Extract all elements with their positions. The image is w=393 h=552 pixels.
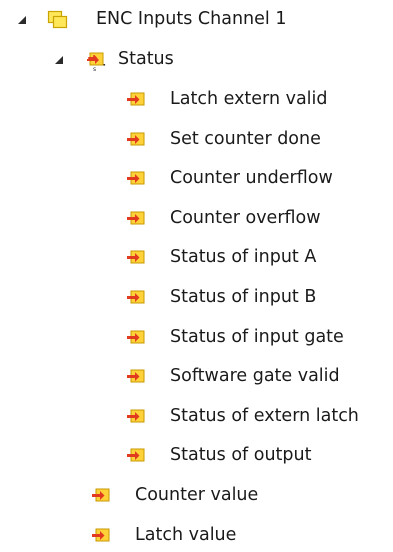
input-variable-icon (125, 209, 147, 229)
tree-node-label: Set counter done (170, 128, 321, 149)
tree-node-variable[interactable]: Latch extern valid (0, 84, 393, 116)
input-variable-icon (125, 90, 147, 110)
tree-node-variable[interactable]: Software gate valid (0, 361, 393, 393)
tree-node-label: Status of input A (170, 247, 317, 268)
tree-node-label: ENC Inputs Channel 1 (96, 9, 287, 29)
expanded-triangle-icon[interactable] (15, 13, 29, 27)
input-variable-icon (125, 169, 147, 189)
expanded-triangle-icon[interactable] (52, 53, 66, 67)
svg-text:s: s (93, 66, 96, 72)
tree-node-variable[interactable]: Status of input A (0, 242, 393, 274)
tree-node-label: Status of input gate (170, 326, 344, 347)
tree-node-label: Latch value (135, 524, 237, 545)
input-channel-icon (47, 10, 69, 30)
tree-node-variable[interactable]: Set counter done (0, 124, 393, 156)
tree-node-variable[interactable]: Counter value (0, 480, 393, 512)
input-variable-icon (125, 328, 147, 348)
input-variable-icon (125, 288, 147, 308)
input-variable-icon (90, 526, 112, 546)
tree-view: ENC Inputs Channel 1 s Status Latch exte… (0, 0, 393, 545)
tree-node-label: Latch extern valid (170, 89, 328, 109)
tree-node-label: Counter value (135, 485, 259, 505)
input-variable-icon (90, 486, 112, 506)
tree-node-label: Status of output (170, 445, 312, 466)
input-variable-icon (125, 248, 147, 268)
tree-node-enc-inputs-channel-1[interactable]: ENC Inputs Channel 1 (0, 4, 393, 36)
tree-node-label: Software gate valid (170, 366, 340, 387)
input-variable-icon (125, 407, 147, 427)
input-variable-icon (125, 367, 147, 387)
tree-node-variable[interactable]: Status of output (0, 440, 393, 472)
tree-node-status[interactable]: s Status (0, 44, 393, 76)
tree-node-variable[interactable]: Latch value (0, 520, 393, 552)
tree-node-label: Status of input B (170, 287, 317, 307)
tree-node-variable[interactable]: Status of extern latch (0, 401, 393, 433)
tree-node-variable[interactable]: Status of input B (0, 282, 393, 314)
tree-node-label: Status (118, 49, 174, 69)
input-variable-icon (125, 446, 147, 466)
tree-node-variable[interactable]: Status of input gate (0, 322, 393, 354)
tree-node-label: Counter overflow (170, 207, 321, 228)
tree-node-variable[interactable]: Counter underflow (0, 163, 393, 195)
tree-node-variable[interactable]: Counter overflow (0, 203, 393, 235)
input-variable-group-icon: s (85, 50, 107, 72)
input-variable-icon (125, 130, 147, 150)
tree-node-label: Status of extern latch (170, 405, 359, 426)
tree-node-label: Counter underflow (170, 168, 333, 189)
